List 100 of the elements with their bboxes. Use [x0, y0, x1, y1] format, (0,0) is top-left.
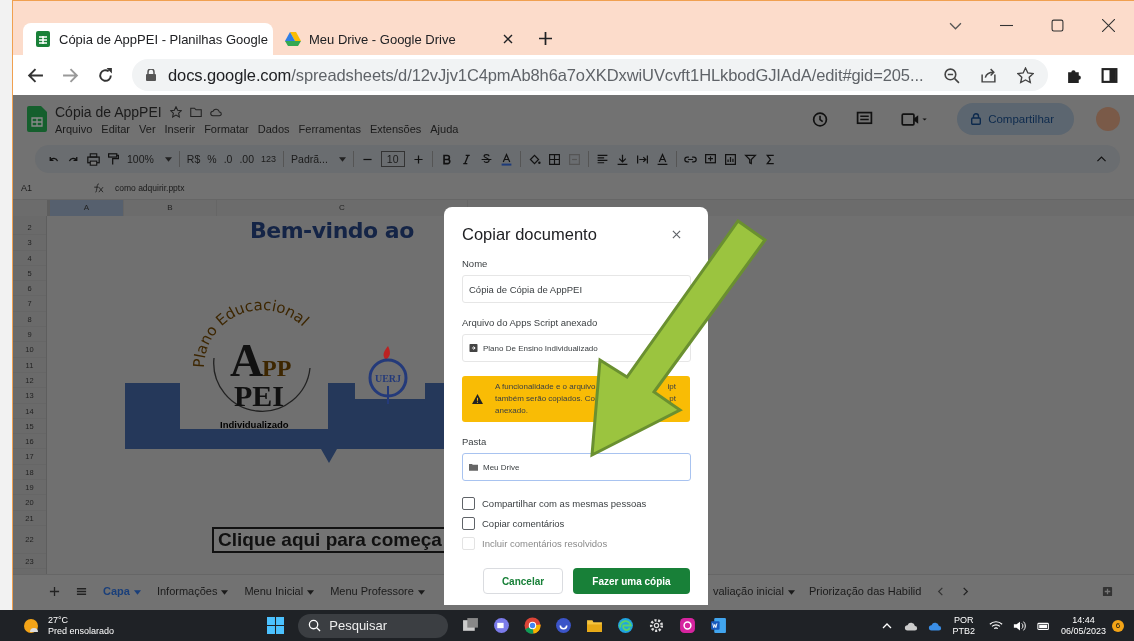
menu-item[interactable]: Ferramentas [298, 122, 361, 135]
merge-cells-icon[interactable] [567, 152, 581, 166]
menu-item[interactable]: Ver [139, 122, 156, 135]
clock[interactable]: 14:44 06/05/2023 [1060, 614, 1106, 637]
text-rotation-icon[interactable] [655, 152, 669, 166]
browser-tab[interactable]: Cópia de AppPEI - Planilhas Google [23, 23, 273, 55]
fill-color-icon[interactable] [527, 152, 541, 166]
search-field[interactable]: Pesquisar [298, 613, 449, 638]
document-title[interactable]: Cópia de AppPEI [55, 103, 162, 120]
menu-item[interactable]: Dados [257, 122, 290, 135]
column-header[interactable]: A [50, 200, 124, 216]
text-color-icon[interactable] [499, 152, 513, 166]
sheet-tab[interactable]: Informações [156, 585, 229, 597]
close-icon[interactable] [1102, 19, 1115, 32]
caret-icon[interactable] [417, 589, 425, 595]
strikethrough-icon[interactable] [479, 152, 493, 166]
vertical-align-icon[interactable] [615, 152, 629, 166]
camera-icon[interactable] [679, 617, 697, 634]
app-icon[interactable] [555, 617, 573, 634]
forward-icon[interactable] [62, 66, 79, 84]
dialog-title: Copiar documento [462, 225, 597, 244]
menu-item[interactable]: Formatar [204, 122, 249, 135]
comment-icon[interactable] [703, 152, 717, 166]
menu-item[interactable]: Extensões [369, 122, 422, 135]
spreadsheet-icon[interactable] [27, 106, 47, 132]
sheet-tab[interactable]: valiação inicial [713, 585, 795, 597]
sheet-tab[interactable]: Priorização das Habilid [808, 585, 922, 597]
functions-icon[interactable] [763, 152, 777, 166]
paint-format-icon[interactable] [107, 152, 120, 166]
history-icon[interactable] [811, 110, 829, 128]
increase-decimals-button[interactable]: .00 [239, 153, 254, 165]
close-icon[interactable] [503, 34, 513, 44]
text-wrap-icon[interactable] [635, 152, 649, 166]
number-format-button[interactable]: 123 [261, 154, 277, 164]
formula-content[interactable]: como adquirir.pptx [115, 183, 185, 193]
star-icon[interactable] [169, 105, 182, 118]
menu-icon[interactable] [76, 585, 87, 597]
font-size-field[interactable]: 10 [380, 151, 405, 167]
name-field[interactable]: Cópia de Cópia de AppPEI [462, 275, 691, 303]
menu-item[interactable]: Arquivo [55, 122, 93, 135]
explore-icon[interactable] [1102, 585, 1113, 597]
gear-icon[interactable] [648, 617, 666, 634]
make-copy-button[interactable]: Fazer uma cópia [573, 568, 690, 594]
cancel-button[interactable]: Cancelar [483, 568, 563, 594]
caret-icon[interactable] [307, 589, 315, 595]
address-bar[interactable]: docs.google.com/spreadsheets/d/12vJjv1C4pmAb8h6a7oXKDxwiUVcvft1HLkbodGJIAdA/edit#gid=205... [132, 59, 1049, 91]
folder-icon[interactable] [586, 617, 604, 634]
borders-icon[interactable] [547, 152, 561, 166]
menu-item[interactable]: Ajuda [430, 122, 459, 135]
font-dropdown[interactable]: Padrã... [291, 153, 328, 165]
maximize-icon[interactable] [1051, 19, 1064, 32]
sheet-tab[interactable]: Menu Professore [330, 585, 425, 597]
sheet-tab[interactable]: Capa [103, 585, 141, 597]
currency-format-button[interactable]: R$ [186, 153, 201, 165]
percent-format-button[interactable]: % [207, 153, 217, 165]
caret-icon[interactable] [221, 589, 229, 595]
browser-icon[interactable] [617, 617, 635, 634]
browser-tab[interactable]: Meu Drive - Google Drive [273, 23, 523, 55]
warning-text: ipt [667, 381, 676, 393]
zoom-out-icon[interactable] [943, 66, 961, 84]
folder-field[interactable]: Meu Drive [462, 453, 691, 481]
notification-badge[interactable]: 6 [1112, 619, 1124, 632]
back-icon[interactable] [27, 66, 44, 84]
side-panel-icon[interactable] [1101, 66, 1119, 84]
chat-icon[interactable] [493, 617, 511, 634]
plus-icon[interactable] [411, 152, 425, 166]
chart-icon[interactable] [723, 152, 737, 166]
language-indicator[interactable]: POR PTB2 [952, 614, 975, 637]
zoom-dropdown[interactable]: 100% [127, 153, 154, 165]
speaker-icon[interactable] [1012, 619, 1027, 632]
field-label: Pasta [462, 436, 487, 447]
warning-text: A funcionalidade e o arquivo [495, 381, 596, 393]
share-button[interactable]: Compartilhar [957, 103, 1074, 135]
caret-icon[interactable] [133, 589, 141, 595]
document-icon[interactable] [710, 617, 728, 634]
sheet-tab[interactable]: Menu Inicial [244, 585, 315, 597]
caret-icon[interactable] [164, 156, 172, 162]
caret-icon[interactable] [787, 589, 795, 595]
wifi-icon[interactable] [988, 619, 1003, 632]
print-icon[interactable] [87, 152, 100, 166]
decrease-decimals-button[interactable]: .0 [223, 153, 233, 165]
close-icon[interactable] [672, 230, 681, 239]
filter-icon[interactable] [743, 152, 757, 166]
new-tab-icon[interactable] [539, 32, 552, 45]
video-camera-icon[interactable] [901, 110, 930, 128]
menu-item[interactable]: Editar [101, 122, 131, 135]
browser-icon[interactable] [524, 617, 542, 634]
star-icon[interactable] [1017, 66, 1035, 84]
checkbox[interactable] [462, 497, 475, 510]
caret-icon[interactable] [338, 156, 346, 162]
align-icon[interactable] [595, 152, 609, 166]
share-icon[interactable] [980, 66, 998, 84]
add-sheet-icon[interactable] [49, 585, 60, 597]
checkbox[interactable] [462, 517, 475, 530]
cell-reference[interactable]: A1 [21, 183, 81, 193]
task-view-icon[interactable] [462, 617, 480, 634]
reload-icon[interactable] [97, 66, 114, 84]
field-label: Arquivo do Apps Script anexado [462, 317, 598, 328]
menu-item[interactable]: Inserir [164, 122, 196, 135]
start-icon[interactable] [267, 617, 285, 634]
